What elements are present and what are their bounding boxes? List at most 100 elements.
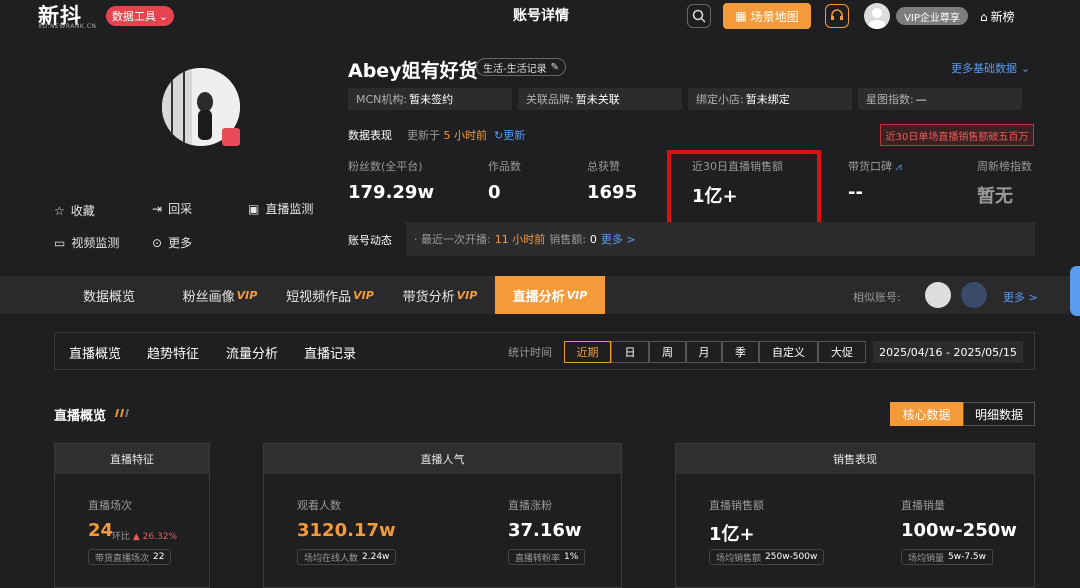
vip-tag: VIP <box>456 288 478 302</box>
grid-icon: ▦ <box>735 9 747 23</box>
tab-data-overview[interactable]: 数据概览 <box>64 276 154 314</box>
period-promo[interactable]: 大促 <box>818 341 866 363</box>
subnav-live-records[interactable]: 直播记录 <box>304 343 356 362</box>
star-index-info: 星图指数: — <box>858 88 1022 110</box>
tab-label: 数据概览 <box>82 289 135 305</box>
subnav-traffic[interactable]: 流量分析 <box>226 343 278 362</box>
live-sales-amount-label: 直播销售额 <box>709 499 764 512</box>
period-recent[interactable]: 近期 <box>564 341 611 363</box>
dynamics-more-link[interactable]: 更多 > <box>601 231 636 247</box>
sales-live-count: 带货直播场次 22 <box>88 549 172 565</box>
sub-label: 直播转粉率 <box>515 553 561 564</box>
sub-value: 2.24w <box>362 552 390 562</box>
brand-label: 关联品牌: <box>526 93 574 106</box>
detail-data-button[interactable]: 明细数据 <box>963 402 1035 426</box>
similar-more-link[interactable]: 更多 > <box>1003 289 1038 305</box>
user-avatar[interactable] <box>864 3 890 29</box>
similar-account-avatar[interactable] <box>925 282 951 308</box>
dynamics-label: 账号动态 <box>348 234 392 247</box>
login-icon: ⇥ <box>152 201 163 216</box>
star-index-value: — <box>915 92 927 106</box>
support-button[interactable] <box>825 4 849 28</box>
tab-fans-profile[interactable]: 粉丝画像 VIP <box>170 276 270 314</box>
tab-label: 短视频作品 <box>286 289 352 305</box>
weekly-index-value: 暂无 <box>977 186 1013 207</box>
scene-map-label: 场景地图 <box>750 9 799 24</box>
sub-value: 5w-7.5w <box>948 552 987 562</box>
collect-button[interactable]: ⇥ 回采 <box>152 200 192 217</box>
tab-short-video[interactable]: 短视频作品 VIP <box>280 276 380 314</box>
user-icon <box>868 8 886 29</box>
brand-info: 关联品牌: 暂未关联 <box>518 88 682 110</box>
vip-tag: VIP <box>236 288 258 302</box>
shop-label: 绑定小店: <box>696 93 744 106</box>
refresh-button[interactable]: ↻更新 <box>494 127 525 143</box>
updated-value: 5 小时前 <box>443 129 488 142</box>
time-range-label: 统计时间 <box>508 346 552 359</box>
more-basic-label: 更多基础数据 <box>951 62 1017 75</box>
live-sales-volume-label: 直播销量 <box>901 499 945 512</box>
monitor-icon: ▭ <box>54 235 66 250</box>
live-monitor-button[interactable]: ▣ 直播监测 <box>248 200 313 217</box>
search-icon <box>692 9 706 23</box>
more-dots-icon: ⊙ <box>152 235 163 250</box>
refresh-icon: ↻ <box>494 129 504 142</box>
mcn-info: MCN机构: 暂未签约 <box>348 88 512 110</box>
tab-live-analysis[interactable]: 直播分析 VIP <box>495 276 605 314</box>
favorite-button[interactable]: ☆ 收藏 <box>54 202 95 219</box>
house-icon: ⌂ <box>980 9 988 24</box>
period-month[interactable]: 月 <box>686 341 722 363</box>
favorite-label: 收藏 <box>70 204 95 218</box>
new-rank-label: 新榜 <box>990 10 1015 24</box>
sub-label: 带货直播场次 <box>95 553 150 564</box>
updated-prefix: 更新于 <box>407 129 440 142</box>
trend-icon[interactable]: ⩘ <box>896 160 902 173</box>
live-sales-amount-value: 1亿+ <box>709 524 755 545</box>
period-day[interactable]: 日 <box>611 341 649 363</box>
period-custom[interactable]: 自定义 <box>759 341 818 363</box>
works-label: 作品数 <box>488 160 521 173</box>
account-name: Abey姐有好货 <box>348 60 478 82</box>
video-monitor-label: 视频监测 <box>71 236 120 250</box>
collect-label: 回采 <box>168 202 193 216</box>
shop-value: 暂未绑定 <box>745 93 790 106</box>
more-actions-button[interactable]: ⊙ 更多 <box>152 234 192 251</box>
qr-code-icon[interactable] <box>222 128 240 146</box>
search-button[interactable] <box>687 4 711 28</box>
reputation-value: -- <box>848 182 863 203</box>
subnav-trend[interactable]: 趋势特征 <box>147 343 199 362</box>
subnav-live-overview[interactable]: 直播概览 <box>69 343 121 362</box>
similar-accounts-label: 相似账号: <box>853 291 901 304</box>
vip-badge[interactable]: VIP企业尊享 <box>896 7 968 25</box>
logo-subtitle: XD.NEWRANK.CN <box>38 23 97 30</box>
live-sales-volume-value: 100w-250w <box>901 520 1017 541</box>
period-quarter[interactable]: 季 <box>722 341 759 363</box>
side-float-button[interactable] <box>1070 266 1080 316</box>
reputation-text: 带货口碑 <box>848 160 892 173</box>
fans-gain-value: 37.16w <box>508 520 582 541</box>
scene-map-button[interactable]: ▦ 场景地图 <box>723 3 811 29</box>
data-tools-button[interactable]: 数据工具 ⌄ <box>106 6 174 26</box>
date-range-picker[interactable]: 2025/04/16 - 2025/05/15 <box>873 341 1023 363</box>
period-week[interactable]: 周 <box>649 341 686 363</box>
card-title: 直播特征 <box>55 444 209 474</box>
live-count-value: 24 <box>88 520 114 541</box>
data-tools-label: 数据工具 <box>111 10 156 23</box>
similar-account-avatar[interactable] <box>961 282 987 308</box>
sales-record-badge: 近30日单场直播销售额破五百万 <box>880 124 1034 146</box>
section-title: 直播概览 <box>54 409 107 424</box>
avg-online: 场均在线人数 2.24w <box>297 549 397 565</box>
accent-icon <box>115 409 129 417</box>
category-tag[interactable]: 生活-生活记录 ✎ <box>476 58 566 76</box>
video-monitor-button[interactable]: ▭ 视频监测 <box>54 234 119 251</box>
more-basic-data-link[interactable]: 更多基础数据 ⌄ <box>951 60 1030 76</box>
edit-icon: ✎ <box>550 61 559 73</box>
live-monitor-label: 直播监测 <box>265 202 314 216</box>
yoy-value: ▲ 26.32% <box>132 532 177 542</box>
fan-conversion: 直播转粉率 1% <box>508 549 586 565</box>
core-data-button[interactable]: 核心数据 <box>890 402 963 426</box>
refresh-label: 更新 <box>503 129 526 142</box>
chevron-down-icon: ⌄ <box>158 9 169 23</box>
tab-sales-analysis[interactable]: 带货分析 VIP <box>390 276 490 314</box>
new-rank-link[interactable]: ⌂ 新榜 <box>980 8 1015 25</box>
